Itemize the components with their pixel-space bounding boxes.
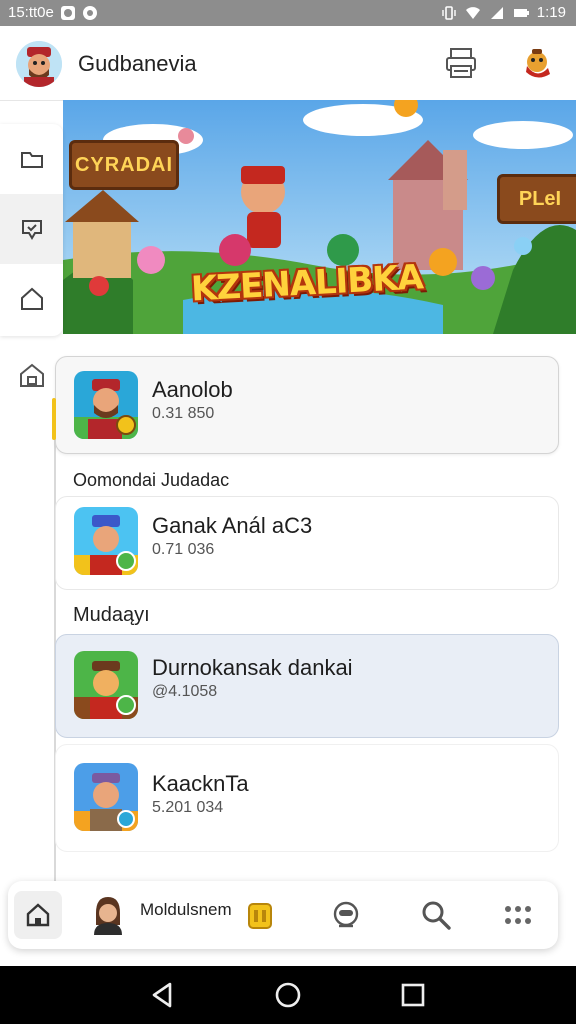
home-lock-icon[interactable]: [17, 360, 47, 390]
nav-home-button[interactable]: [14, 891, 62, 939]
back-icon[interactable]: [148, 980, 178, 1010]
app-header: Gudbanevia: [0, 26, 576, 101]
banner-sign-left: CYRADAI: [69, 140, 179, 190]
printer-icon[interactable]: [442, 44, 480, 82]
home-icon: [26, 903, 50, 927]
mascot-face-icon: [333, 901, 359, 928]
search-icon: [422, 901, 451, 930]
game-thumbnail: [74, 763, 138, 831]
signal-icon: [490, 6, 503, 19]
coin-badge-icon[interactable]: [246, 901, 274, 931]
game-thumbnail: [74, 371, 138, 439]
battery-icon: [513, 8, 529, 17]
game-thumbnail-icon: [74, 507, 138, 575]
side-rail: [0, 124, 63, 336]
circle-home-icon[interactable]: [273, 980, 303, 1010]
list-item[interactable]: Durnokansak dankai @4.1058: [55, 634, 559, 738]
nav-search-button[interactable]: [416, 895, 456, 935]
notification-app-icon: [60, 5, 75, 20]
list-item-subtitle: 5.201 034: [152, 799, 224, 816]
chat-shield-icon: [21, 220, 42, 240]
banner-sign-right: PLeI: [497, 174, 576, 224]
system-nav-bar: [0, 966, 576, 1024]
list-item-title: Ganak Anál aC3: [152, 513, 313, 538]
profile-avatar-icon[interactable]: [90, 895, 126, 935]
game-thumbnail-icon: [74, 371, 138, 439]
game-thumbnail-icon: [74, 651, 138, 719]
list-item-subtitle: 0.31 850: [152, 405, 215, 422]
status-bar: 15:tt0e 1:19: [0, 0, 576, 26]
game-thumbnail: [74, 651, 138, 719]
section-label: Mudaąyı: [73, 604, 150, 626]
hero-banner[interactable]: CYRADAI PLeI KZENALIBKA: [63, 100, 576, 334]
nav-more-button[interactable]: [498, 895, 538, 935]
list-item-subtitle: 0.71 036: [152, 541, 215, 558]
rail-item-folder[interactable]: [0, 124, 63, 194]
list-item-subtitle: @4.1058: [152, 683, 218, 700]
home-icon: [20, 287, 43, 310]
list-item[interactable]: KaacknTa 5.201 034: [55, 744, 559, 852]
wifi-icon: [465, 6, 480, 19]
section-label: Oomondai Judadac: [73, 470, 230, 490]
game-thumbnail: [74, 507, 138, 575]
character-avatar-icon: [16, 41, 62, 87]
recents-icon[interactable]: [398, 980, 428, 1010]
status-time: 15:tt0e: [8, 4, 54, 21]
app-avatar[interactable]: [16, 41, 62, 87]
list-item[interactable]: Aanolob 0.31 850: [55, 356, 559, 454]
notification-dot-icon: [82, 5, 97, 20]
selection-accent: [52, 398, 56, 440]
folder-icon: [20, 152, 43, 168]
status-clock: 1:19: [536, 4, 566, 21]
mascot-icon[interactable]: [518, 44, 556, 82]
game-thumbnail-icon: [74, 763, 138, 831]
more-grid-icon: [505, 906, 531, 924]
rail-item-chat[interactable]: [0, 194, 63, 264]
nav-label: Moldulsnem: [140, 900, 232, 919]
list-item-title: Aanolob: [152, 377, 233, 402]
app-title: Gudbanevia: [78, 51, 197, 76]
rail-item-home[interactable]: [0, 264, 63, 334]
list-item-title: KaacknTa: [152, 771, 249, 796]
list-item[interactable]: Ganak Anál aC3 0.71 036: [55, 496, 559, 590]
vibrate-icon: [442, 5, 456, 20]
nav-mascot-button[interactable]: [326, 895, 366, 935]
bottom-nav: Moldulsnem: [8, 881, 558, 949]
list-item-title: Durnokansak dankai: [152, 655, 353, 680]
